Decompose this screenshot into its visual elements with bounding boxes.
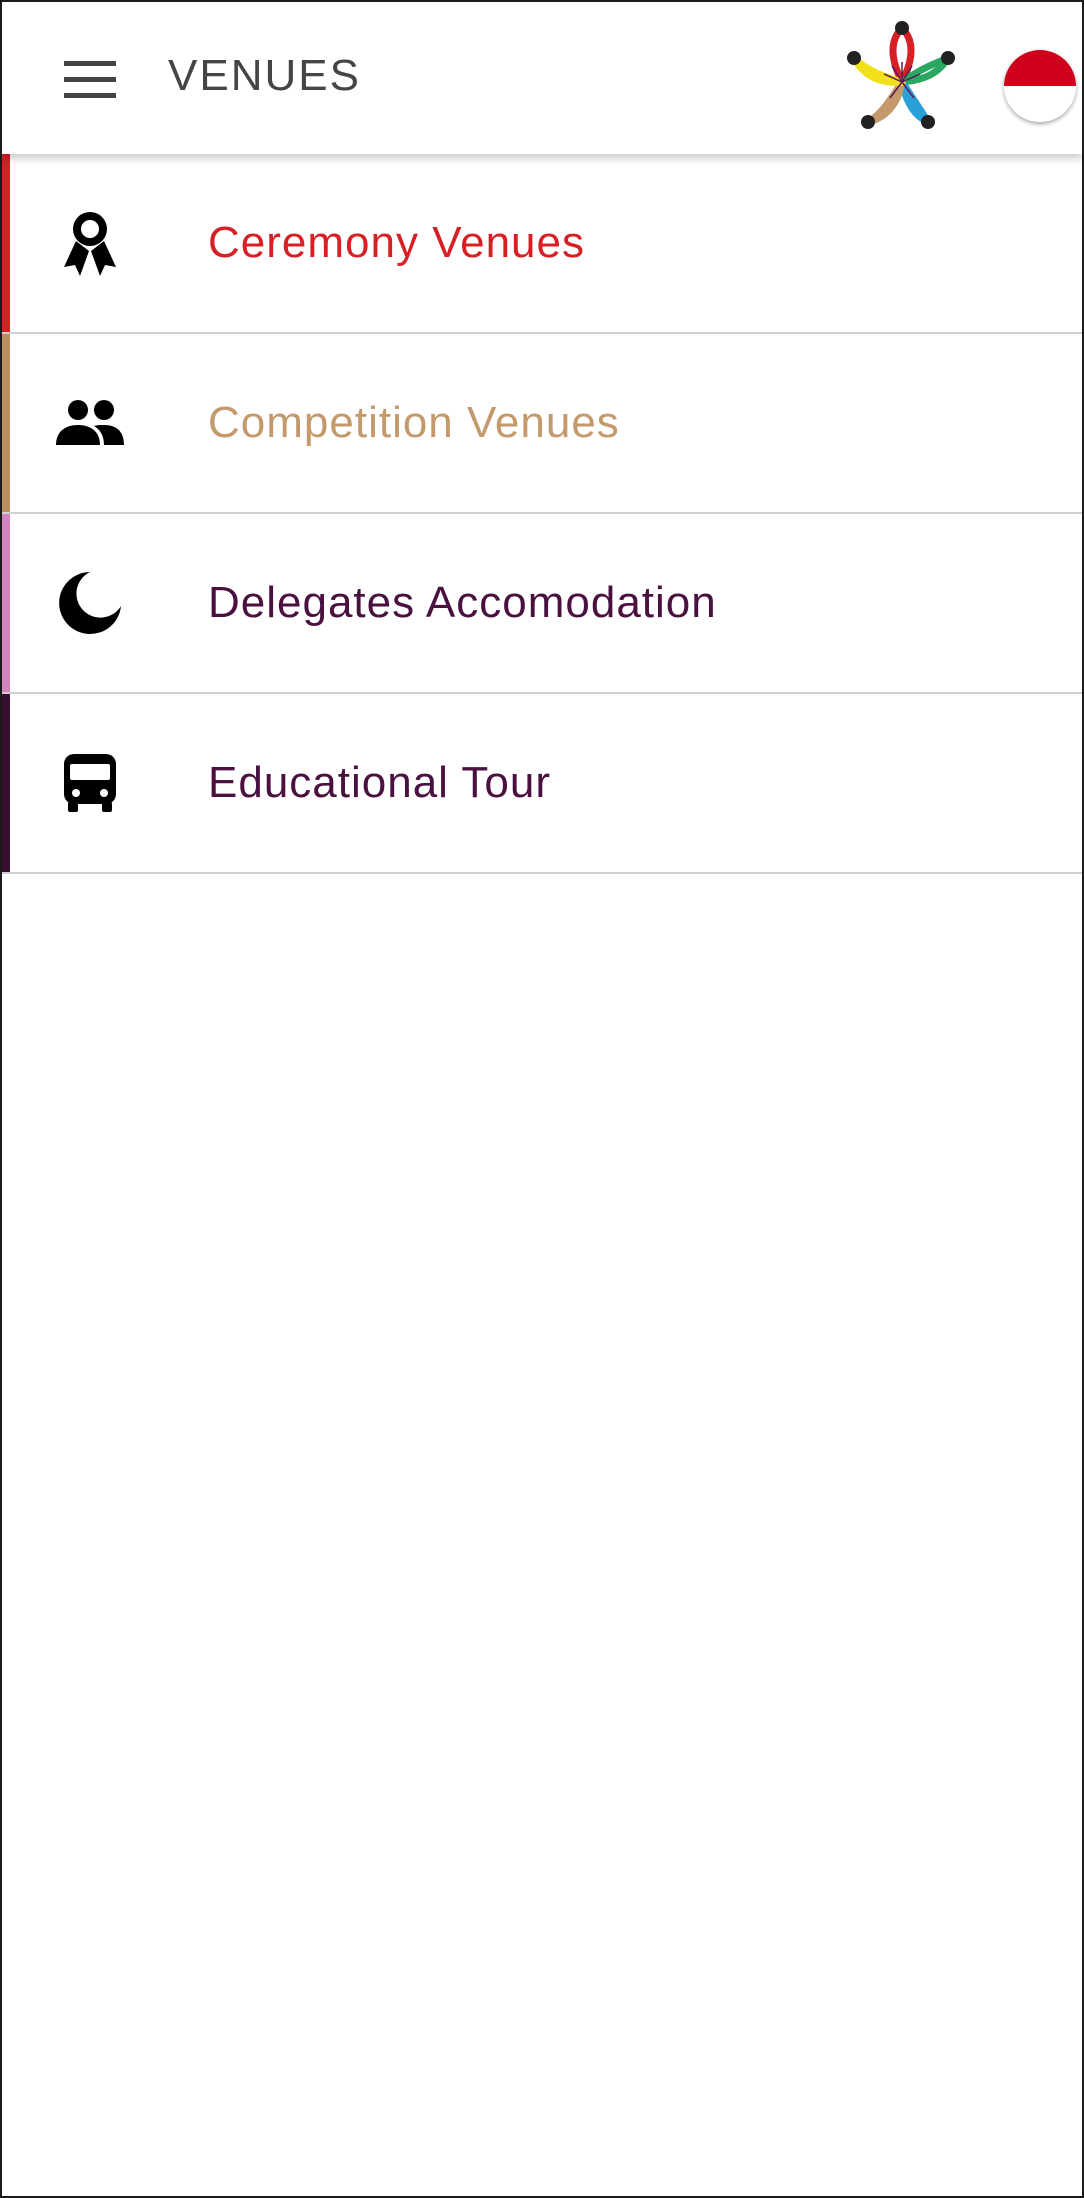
flower-logo: [840, 18, 964, 134]
flag-white-half: [1004, 86, 1076, 122]
item-label: Delegates Accomodation: [208, 578, 717, 627]
list-item-competition-venues[interactable]: Competition Venues: [2, 334, 1082, 514]
bus-icon: [50, 743, 130, 823]
hamburger-menu-icon[interactable]: [54, 44, 126, 116]
people-group-icon: [50, 383, 130, 463]
item-label: Ceremony Venues: [208, 218, 585, 267]
item-color-stripe: [2, 694, 10, 872]
app-screen: VENUES Ceremony Venues Competition Venue…: [0, 0, 1084, 2198]
item-color-stripe: [2, 334, 10, 512]
list-item-ceremony-venues[interactable]: Ceremony Venues: [2, 154, 1082, 334]
item-label: Competition Venues: [208, 398, 620, 447]
list-item-educational-tour[interactable]: Educational Tour: [2, 694, 1082, 874]
flag-red-half: [1004, 50, 1076, 86]
item-color-stripe: [2, 514, 10, 692]
indonesia-flag[interactable]: [1004, 50, 1076, 122]
page-title: VENUES: [168, 51, 361, 100]
venue-list: Ceremony Venues Competition Venues Deleg…: [2, 154, 1082, 874]
item-label: Educational Tour: [208, 758, 551, 807]
moon-icon: [50, 563, 130, 643]
list-item-delegates-accomodation[interactable]: Delegates Accomodation: [2, 514, 1082, 694]
ribbon-award-icon: [50, 203, 130, 283]
app-bar: VENUES: [2, 2, 1082, 154]
item-color-stripe: [2, 154, 10, 332]
